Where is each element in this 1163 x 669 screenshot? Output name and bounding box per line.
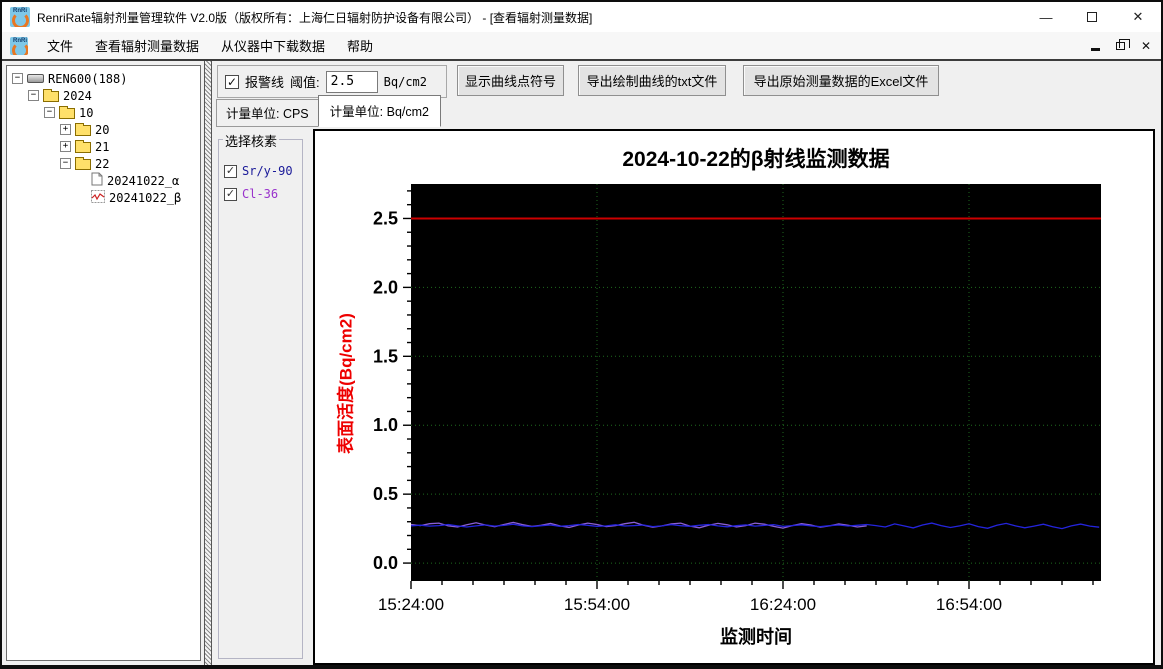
y-axis-title: 表面活度(Bq/cm2): [336, 313, 356, 454]
app-window: RnRi RenriRate辐射剂量管理软件 V2.0版（版权所有：上海仁日辐射…: [0, 0, 1163, 669]
threshold-unit-label: Bq/cm2: [383, 74, 427, 89]
svg-text:15:24:00: 15:24:00: [378, 595, 444, 614]
title-bar: RnRi RenriRate辐射剂量管理软件 V2.0版（版权所有：上海仁日辐射…: [2, 2, 1161, 32]
alarm-line-checkbox[interactable]: ✓: [225, 74, 239, 89]
tree-item-label: 10: [79, 105, 94, 120]
tree-item-label: 20241022_α: [107, 173, 180, 188]
svg-text:0.5: 0.5: [373, 484, 398, 504]
folder-icon: [75, 140, 91, 153]
minimize-button[interactable]: —: [1023, 2, 1069, 32]
svg-text:1.5: 1.5: [373, 346, 398, 366]
tree-item-label: 20: [95, 122, 110, 137]
svg-text:16:54:00: 16:54:00: [936, 595, 1002, 614]
chart-file-icon: [91, 189, 105, 206]
folder-icon: [75, 123, 91, 136]
nuclide-panel-title: 选择核素: [223, 131, 280, 150]
tree-item[interactable]: 20241022_α: [7, 172, 200, 189]
folder-icon: [59, 106, 75, 119]
tree-item[interactable]: +21: [7, 138, 200, 155]
tree-item[interactable]: +20: [7, 121, 200, 138]
svg-text:2.5: 2.5: [373, 208, 398, 228]
close-button[interactable]: ✕: [1115, 2, 1161, 32]
tree-expander-icon[interactable]: −: [60, 158, 71, 169]
nuclide-item: ✓ Sr/y-90: [224, 164, 302, 178]
tree-item-label: 22: [95, 156, 110, 171]
nuclide-checkbox[interactable]: ✓: [224, 187, 237, 201]
mdi-minimize-icon[interactable]: [1090, 48, 1100, 51]
mdi-child-icon[interactable]: RnRi: [10, 36, 28, 55]
tree-item[interactable]: 20241022_β: [7, 189, 200, 206]
svg-text:16:24:00: 16:24:00: [750, 595, 816, 614]
mdi-restore-icon[interactable]: [1115, 38, 1130, 50]
monitoring-chart: 2024-10-22的β射线监测数据 15:24:00 15:54:00 16:24…: [313, 129, 1155, 665]
svg-text:2.0: 2.0: [373, 277, 398, 297]
tree-expander-icon[interactable]: +: [60, 124, 71, 135]
device-icon: [27, 74, 44, 83]
tree-expander-icon[interactable]: −: [28, 90, 39, 101]
export-curve-txt-button[interactable]: 导出绘制曲线的txt文件: [578, 65, 726, 96]
client-area: − REN600(188) −2024−10 +20 +21−22 20241022_α 2…: [2, 59, 1161, 665]
alarm-line-group: ✓ 报警线 阈值: Bq/cm2: [217, 65, 447, 98]
mdi-close-icon[interactable]: ✕: [1141, 39, 1151, 53]
tab-unit-bqcm2[interactable]: 计量单位: Bq/cm2: [317, 95, 441, 127]
menu-help[interactable]: 帮助: [336, 32, 384, 59]
menu-bar: RnRi 文件 查看辐射测量数据 从仪器中下载数据 帮助 ✕: [2, 32, 1161, 59]
mdi-window-controls: ✕: [1090, 38, 1151, 53]
tree-item[interactable]: − 10: [7, 104, 200, 121]
nuclide-select-panel: 选择核素 ✓ Sr/y-90 ✓ Cl-36: [218, 131, 303, 659]
alarm-line-label: 报警线: [245, 75, 285, 90]
maximize-icon: [1087, 12, 1097, 22]
menu-file[interactable]: 文件: [36, 32, 84, 59]
tree-item[interactable]: − REN600(188): [7, 70, 200, 87]
x-axis-title: 监测时间: [720, 627, 792, 647]
tree-item-label: REN600(188): [48, 71, 128, 86]
menu-download-from-instrument[interactable]: 从仪器中下载数据: [210, 32, 336, 59]
document-icon: [91, 172, 103, 189]
export-raw-excel-button[interactable]: 导出原始测量数据的Excel文件: [743, 65, 939, 96]
threshold-label: 阈值:: [290, 75, 320, 90]
tree-item[interactable]: − 2024: [7, 87, 200, 104]
tree-expander-icon[interactable]: +: [60, 141, 71, 152]
tree-item-label: 21: [95, 139, 110, 154]
nuclide-label: Sr/y-90: [242, 164, 293, 178]
svg-text:15:54:00: 15:54:00: [564, 595, 630, 614]
tab-unit-cps[interactable]: 计量单位: CPS: [216, 99, 319, 127]
panel-splitter[interactable]: [204, 61, 212, 665]
tree-item-label: 20241022_β: [109, 190, 182, 205]
svg-text:1.0: 1.0: [373, 415, 398, 435]
nuclide-checkbox[interactable]: ✓: [224, 164, 237, 178]
svg-text:0.0: 0.0: [373, 553, 398, 573]
nuclide-item: ✓ Cl-36: [224, 187, 302, 201]
maximize-button[interactable]: [1069, 2, 1115, 32]
window-title: RenriRate辐射剂量管理软件 V2.0版（版权所有：上海仁日辐射防护设备有…: [37, 10, 593, 25]
chart-plot-area: 15:24:00 15:54:00 16:24:00 16:54:00 0.0 0.5 1.…: [373, 184, 1101, 614]
threshold-input[interactable]: [325, 70, 378, 93]
tree-item-label: 2024: [63, 88, 92, 103]
content-panel: ✓ 报警线 阈值: Bq/cm2 显示曲线点符号 导出绘制曲线的txt文件 导出…: [215, 63, 1159, 665]
unit-tabstrip: 计量单位: CPS 计量单位: Bq/cm2: [216, 95, 441, 127]
tree-item[interactable]: − 22: [7, 155, 200, 172]
tree-expander-icon[interactable]: −: [44, 107, 55, 118]
nuclide-label: Cl-36: [242, 187, 279, 201]
folder-icon: [43, 89, 59, 102]
app-icon: RnRi: [10, 7, 30, 27]
window-controls: — ✕: [1023, 2, 1161, 32]
menu-view-measurement-data[interactable]: 查看辐射测量数据: [84, 32, 210, 59]
folder-icon: [75, 157, 91, 170]
tree-expander-icon[interactable]: −: [12, 73, 23, 84]
file-tree: − REN600(188) −2024−10 +20 +21−22 20241022_α 2…: [6, 65, 201, 661]
show-curve-points-button[interactable]: 显示曲线点符号: [457, 65, 564, 96]
